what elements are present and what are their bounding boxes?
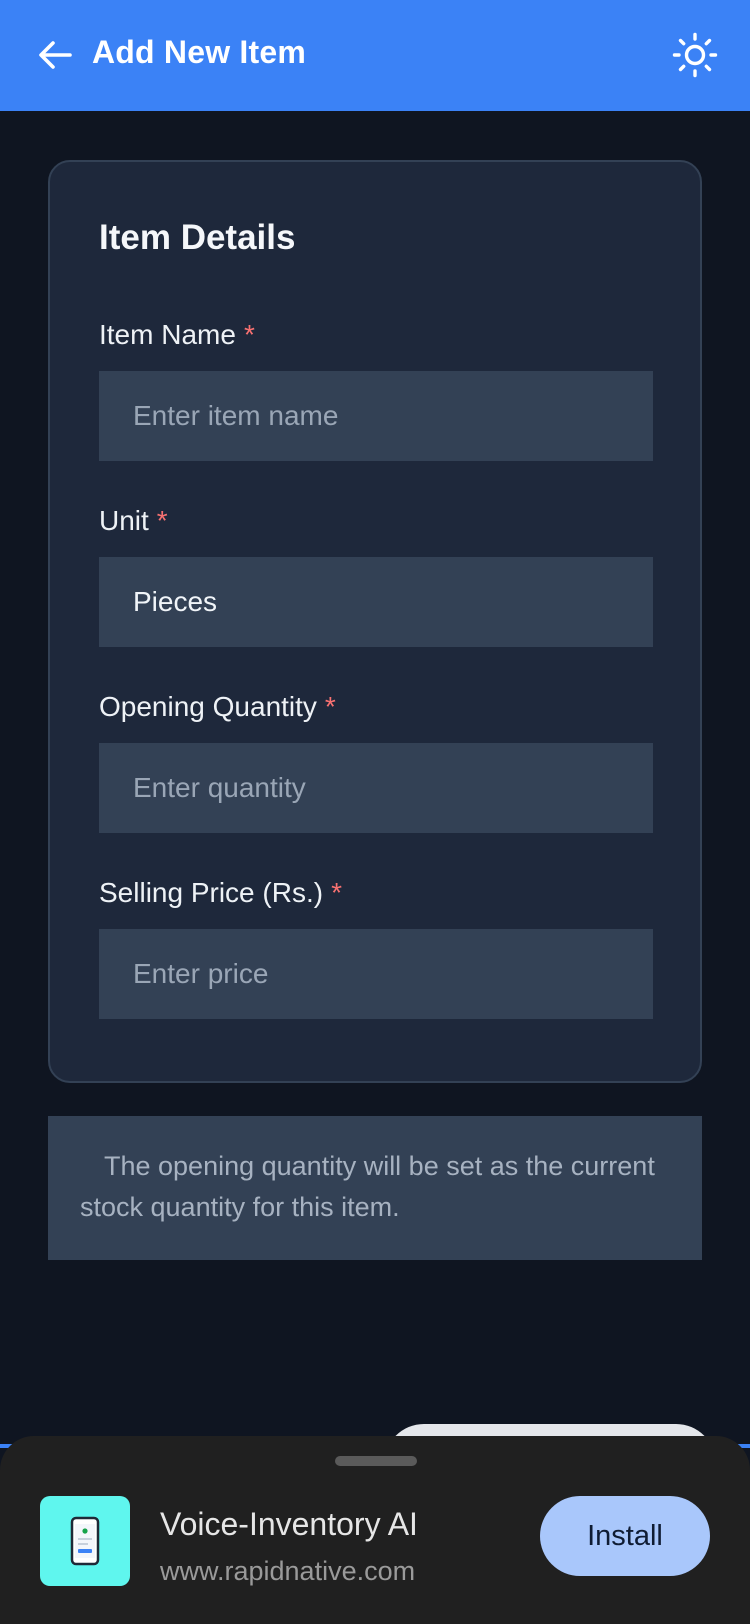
opening-quantity-label-text: Opening Quantity [99,691,317,722]
item-name-label: Item Name * [99,319,255,351]
unit-label-text: Unit [99,505,149,536]
item-details-card: Item Details Item Name* Unit* Opening Qu… [48,160,702,1083]
selling-price-input[interactable] [99,929,653,1019]
unit-label: Unit * [99,505,168,537]
required-mark: * [243,319,255,350]
unit-input[interactable] [99,557,653,647]
selling-price-label-text: Selling Price (Rs.) [99,877,324,908]
required-mark: * [324,691,336,722]
required-mark: * [156,505,168,536]
info-note: The opening quantity will be set as the … [48,1116,702,1260]
item-name-label-text: Item Name [99,319,236,350]
card-title: Item Details [99,218,296,257]
info-note-text: The opening quantity will be set as the … [80,1151,655,1222]
theme-toggle-button[interactable] [668,28,722,82]
required-mark: * [331,877,342,908]
install-button[interactable]: Install [540,1496,710,1576]
install-app-sheet: Voice-Inventory AI www.rapidnative.com I… [0,1436,750,1624]
arrow-left-icon [39,41,72,69]
app-url: www.rapidnative.com [160,1556,416,1586]
app-screen: Add New Item Item Details Item Name * En… [0,0,750,1624]
item-name-input[interactable] [99,371,653,461]
back-button[interactable] [30,30,80,80]
phone-app-icon [40,1496,130,1586]
sun-icon [672,32,718,78]
sheet-drag-handle[interactable] [335,1456,417,1466]
selling-price-label: Selling Price (Rs.) * [99,877,342,909]
opening-quantity-label: Opening Quantity * [99,691,336,723]
app-name: Voice-Inventory AI [160,1506,418,1542]
opening-quantity-input[interactable] [99,743,653,833]
page-title: Add New Item [92,34,306,70]
top-app-bar: Add New Item [0,0,750,111]
